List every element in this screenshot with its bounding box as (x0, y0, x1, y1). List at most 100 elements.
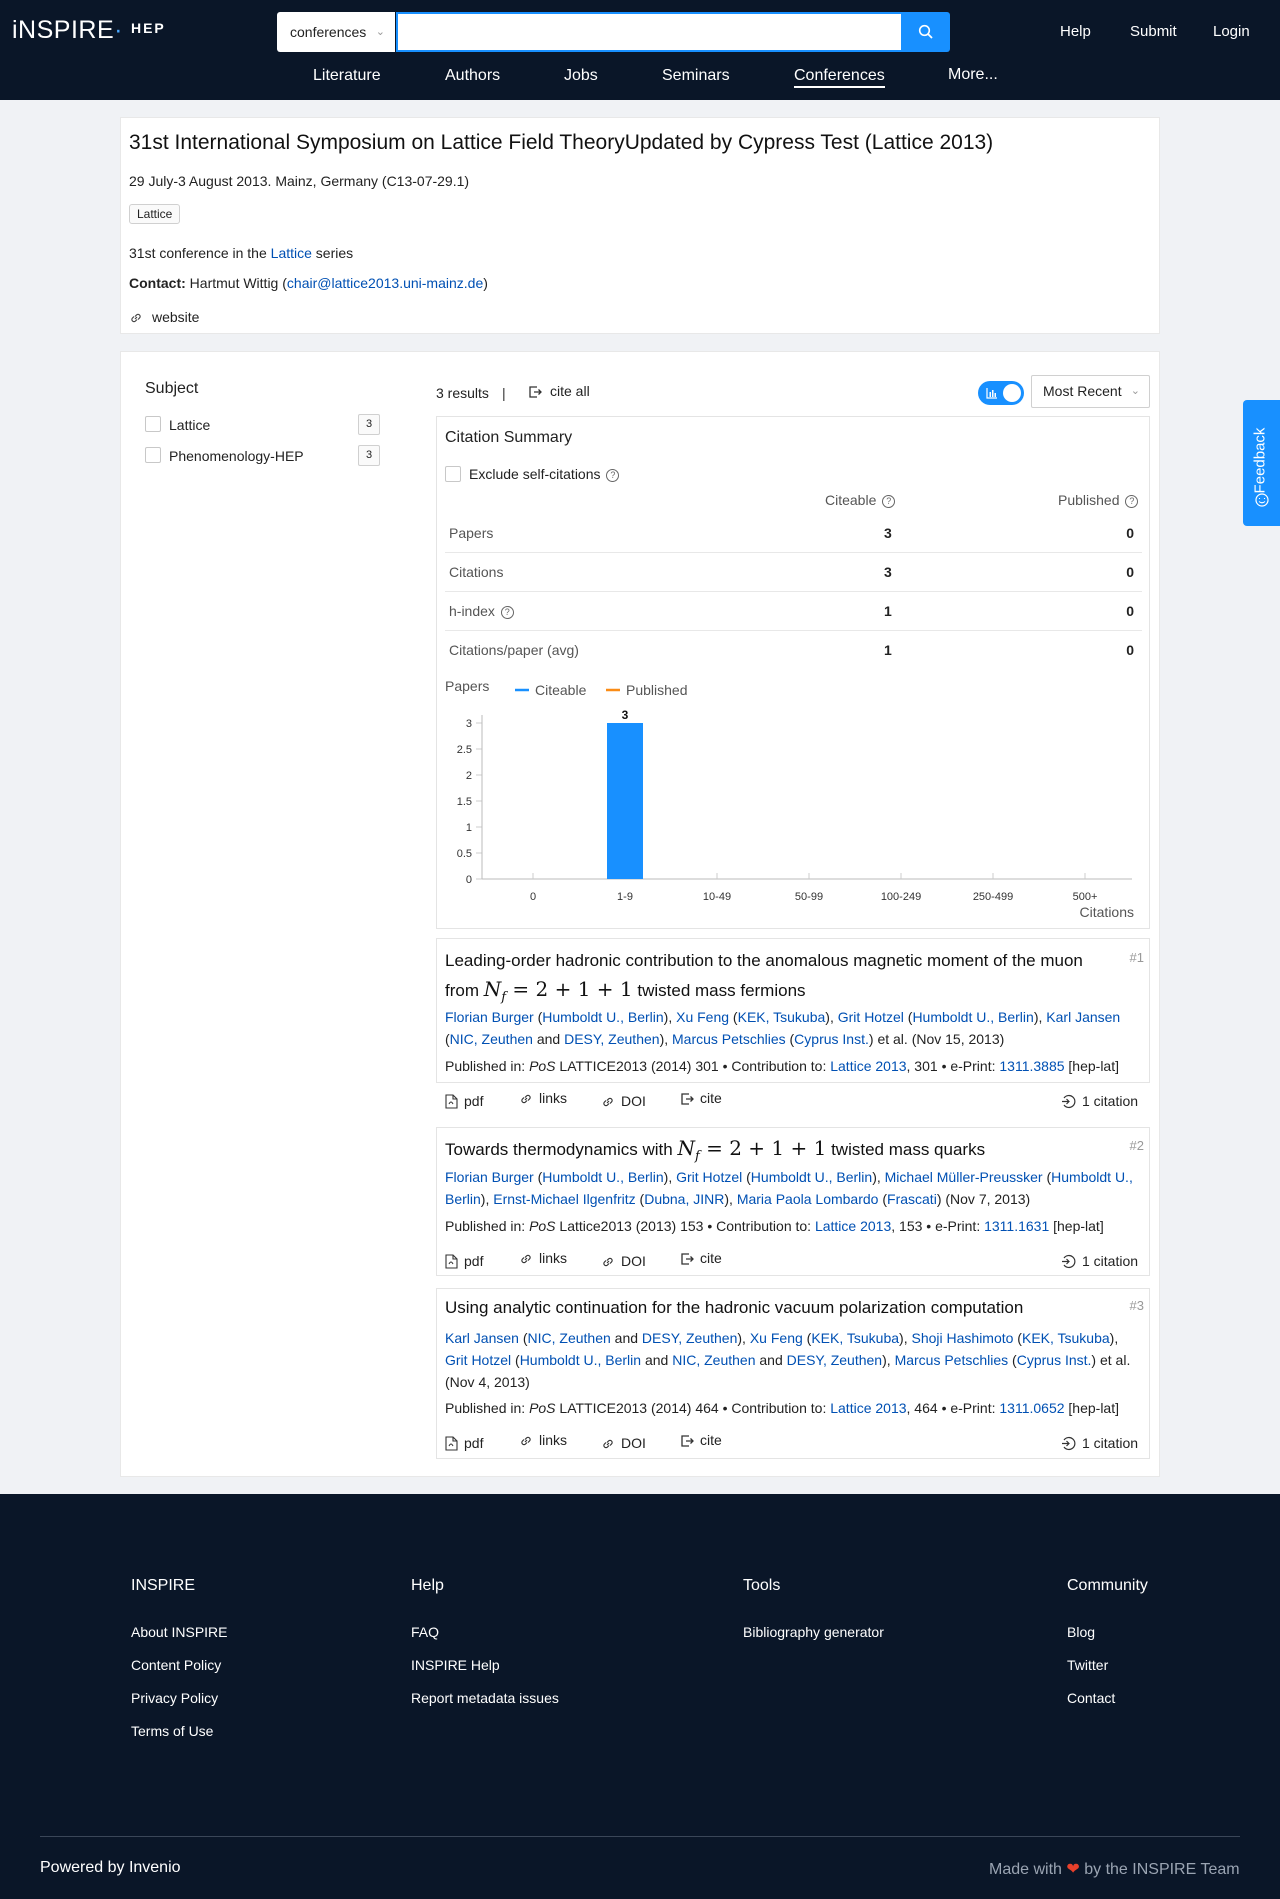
links-button[interactable]: links (519, 1432, 567, 1448)
affiliation-link[interactable]: DESY, Zeuthen (564, 1031, 659, 1047)
nav-authors[interactable]: Authors (445, 67, 500, 85)
affiliation-link[interactable]: KEK, Tsukuba (811, 1330, 899, 1346)
author-link[interactable]: Grit Hotzel (445, 1352, 511, 1368)
eprint-link[interactable]: 1311.1631 (984, 1218, 1049, 1234)
footer-link[interactable]: Privacy Policy (131, 1690, 218, 1706)
doi-button[interactable]: DOI (601, 1253, 646, 1269)
login-link[interactable]: Login (1213, 23, 1250, 40)
inspire-logo[interactable]: iNSPIRE· HEP (12, 16, 166, 45)
help-icon[interactable]: ? (606, 469, 620, 482)
help-icon[interactable]: ? (500, 606, 514, 619)
facet-checkbox-phenomenology[interactable] (145, 447, 161, 463)
facet-label-lattice[interactable]: Lattice (169, 417, 210, 433)
affiliation-link[interactable]: Humboldt U., Berlin (751, 1169, 872, 1185)
search-scope-select[interactable]: conferences ⌄ (277, 12, 395, 52)
search-input[interactable] (396, 12, 903, 52)
contribution-link[interactable]: Lattice 2013 (815, 1218, 891, 1234)
footer-link[interactable]: Blog (1067, 1624, 1095, 1640)
links-button[interactable]: links (519, 1090, 567, 1106)
exclude-self-citations-label[interactable]: Exclude self-citations ? (469, 466, 620, 482)
cite-button[interactable]: cite (680, 1090, 722, 1106)
affiliation-link[interactable]: Frascati (887, 1191, 937, 1207)
nav-jobs[interactable]: Jobs (564, 67, 598, 85)
nav-conferences[interactable]: Conferences (794, 67, 885, 88)
facet-checkbox-lattice[interactable] (145, 416, 161, 432)
footer-link[interactable]: FAQ (411, 1624, 439, 1640)
author-link[interactable]: Michael Müller-Preussker (885, 1169, 1043, 1185)
contribution-link[interactable]: Lattice 2013 (830, 1400, 906, 1416)
author-link[interactable]: Florian Burger (445, 1169, 534, 1185)
links-button[interactable]: links (519, 1250, 567, 1266)
search-button[interactable] (902, 12, 950, 52)
pdf-button[interactable]: pdf (445, 1093, 483, 1109)
exclude-self-citations-checkbox[interactable] (445, 466, 461, 482)
author-link[interactable]: Xu Feng (750, 1330, 803, 1346)
affiliation-link[interactable]: Humboldt U., Berlin (520, 1352, 641, 1368)
affiliation-link[interactable]: Cyprus Inst. (794, 1031, 869, 1047)
affiliation-link[interactable]: Cyprus Inst. (1017, 1352, 1092, 1368)
footer-link[interactable]: Content Policy (131, 1657, 221, 1673)
pdf-button[interactable]: pdf (445, 1435, 483, 1451)
author-link[interactable]: Grit Hotzel (676, 1169, 742, 1185)
citations-button[interactable]: 1 citation (1061, 1093, 1138, 1109)
footer-link[interactable]: Terms of Use (131, 1723, 213, 1739)
cite-button[interactable]: cite (680, 1432, 722, 1448)
affiliation-link[interactable]: Humboldt U., Berlin (912, 1009, 1033, 1025)
nav-seminars[interactable]: Seminars (662, 67, 730, 85)
conference-tag[interactable]: Lattice (129, 204, 181, 224)
help-icon[interactable]: ? (882, 495, 896, 508)
author-link[interactable]: Karl Jansen (445, 1330, 519, 1346)
affiliation-link[interactable]: DESY, Zeuthen (787, 1352, 882, 1368)
affiliation-link[interactable]: KEK, Tsukuba (1022, 1330, 1110, 1346)
author-link[interactable]: Maria Paola Lombardo (737, 1191, 879, 1207)
affiliation-link[interactable]: Humboldt U., Berlin (542, 1169, 663, 1185)
doi-button[interactable]: DOI (601, 1093, 646, 1109)
affiliation-link[interactable]: NIC, Zeuthen (672, 1352, 755, 1368)
footer-link[interactable]: About INSPIRE (131, 1624, 228, 1640)
result-title[interactable]: Using analytic continuation for the hadr… (445, 1294, 1121, 1322)
footer-link[interactable]: Contact (1067, 1690, 1115, 1706)
cite-all-button[interactable]: cite all (528, 383, 590, 399)
contact-email-link[interactable]: chair@lattice2013.uni-mainz.de (287, 275, 483, 291)
contribution-link[interactable]: Lattice 2013 (830, 1058, 906, 1074)
nav-literature[interactable]: Literature (313, 67, 381, 85)
affiliation-link[interactable]: NIC, Zeuthen (450, 1031, 533, 1047)
submit-link[interactable]: Submit (1130, 23, 1177, 40)
citations-button[interactable]: 1 citation (1061, 1435, 1138, 1451)
stat-citeable[interactable]: 3 (884, 525, 892, 541)
author-link[interactable]: Marcus Petschlies (672, 1031, 786, 1047)
pdf-button[interactable]: pdf (445, 1253, 483, 1269)
doi-button[interactable]: DOI (601, 1435, 646, 1451)
facet-label-phenomenology[interactable]: Phenomenology-HEP (169, 448, 304, 464)
stat-published[interactable]: 0 (1126, 525, 1134, 541)
eprint-link[interactable]: 1311.3885 (999, 1058, 1064, 1074)
help-icon[interactable]: ? (1125, 495, 1139, 508)
affiliation-link[interactable]: Dubna, JINR (644, 1191, 724, 1207)
citations-button[interactable]: 1 citation (1061, 1253, 1138, 1269)
footer-link[interactable]: Bibliography generator (743, 1624, 884, 1640)
footer-link[interactable]: Report metadata issues (411, 1690, 559, 1706)
cite-button[interactable]: cite (680, 1250, 722, 1266)
author-link[interactable]: Grit Hotzel (838, 1009, 904, 1025)
footer-link[interactable]: INSPIRE Help (411, 1657, 500, 1673)
website-link[interactable]: website (129, 309, 199, 325)
author-link[interactable]: Marcus Petschlies (895, 1352, 1009, 1368)
affiliation-link[interactable]: DESY, Zeuthen (642, 1330, 737, 1346)
eprint-link[interactable]: 1311.0652 (999, 1400, 1064, 1416)
author-link[interactable]: Karl Jansen (1046, 1009, 1120, 1025)
author-link[interactable]: Florian Burger (445, 1009, 534, 1025)
sort-select[interactable]: Most Recent ⌄ (1031, 375, 1150, 408)
feedback-button[interactable]: Feedback (1243, 400, 1280, 526)
nav-more[interactable]: More... (948, 66, 998, 84)
author-link[interactable]: Ernst-Michael Ilgenfritz (493, 1191, 635, 1207)
author-link[interactable]: Shoji Hashimoto (911, 1330, 1013, 1346)
series-link[interactable]: Lattice (271, 245, 312, 261)
affiliation-link[interactable]: KEK, Tsukuba (738, 1009, 826, 1025)
help-link[interactable]: Help (1060, 23, 1091, 40)
footer-link[interactable]: Twitter (1067, 1657, 1108, 1673)
affiliation-link[interactable]: NIC, Zeuthen (528, 1330, 611, 1346)
author-link[interactable]: Xu Feng (676, 1009, 729, 1025)
affiliation-link[interactable]: Humboldt U., Berlin (542, 1009, 663, 1025)
citation-summary-toggle[interactable] (978, 381, 1024, 405)
result-title[interactable]: Leading-order hadronic contribution to t… (445, 947, 1121, 1012)
